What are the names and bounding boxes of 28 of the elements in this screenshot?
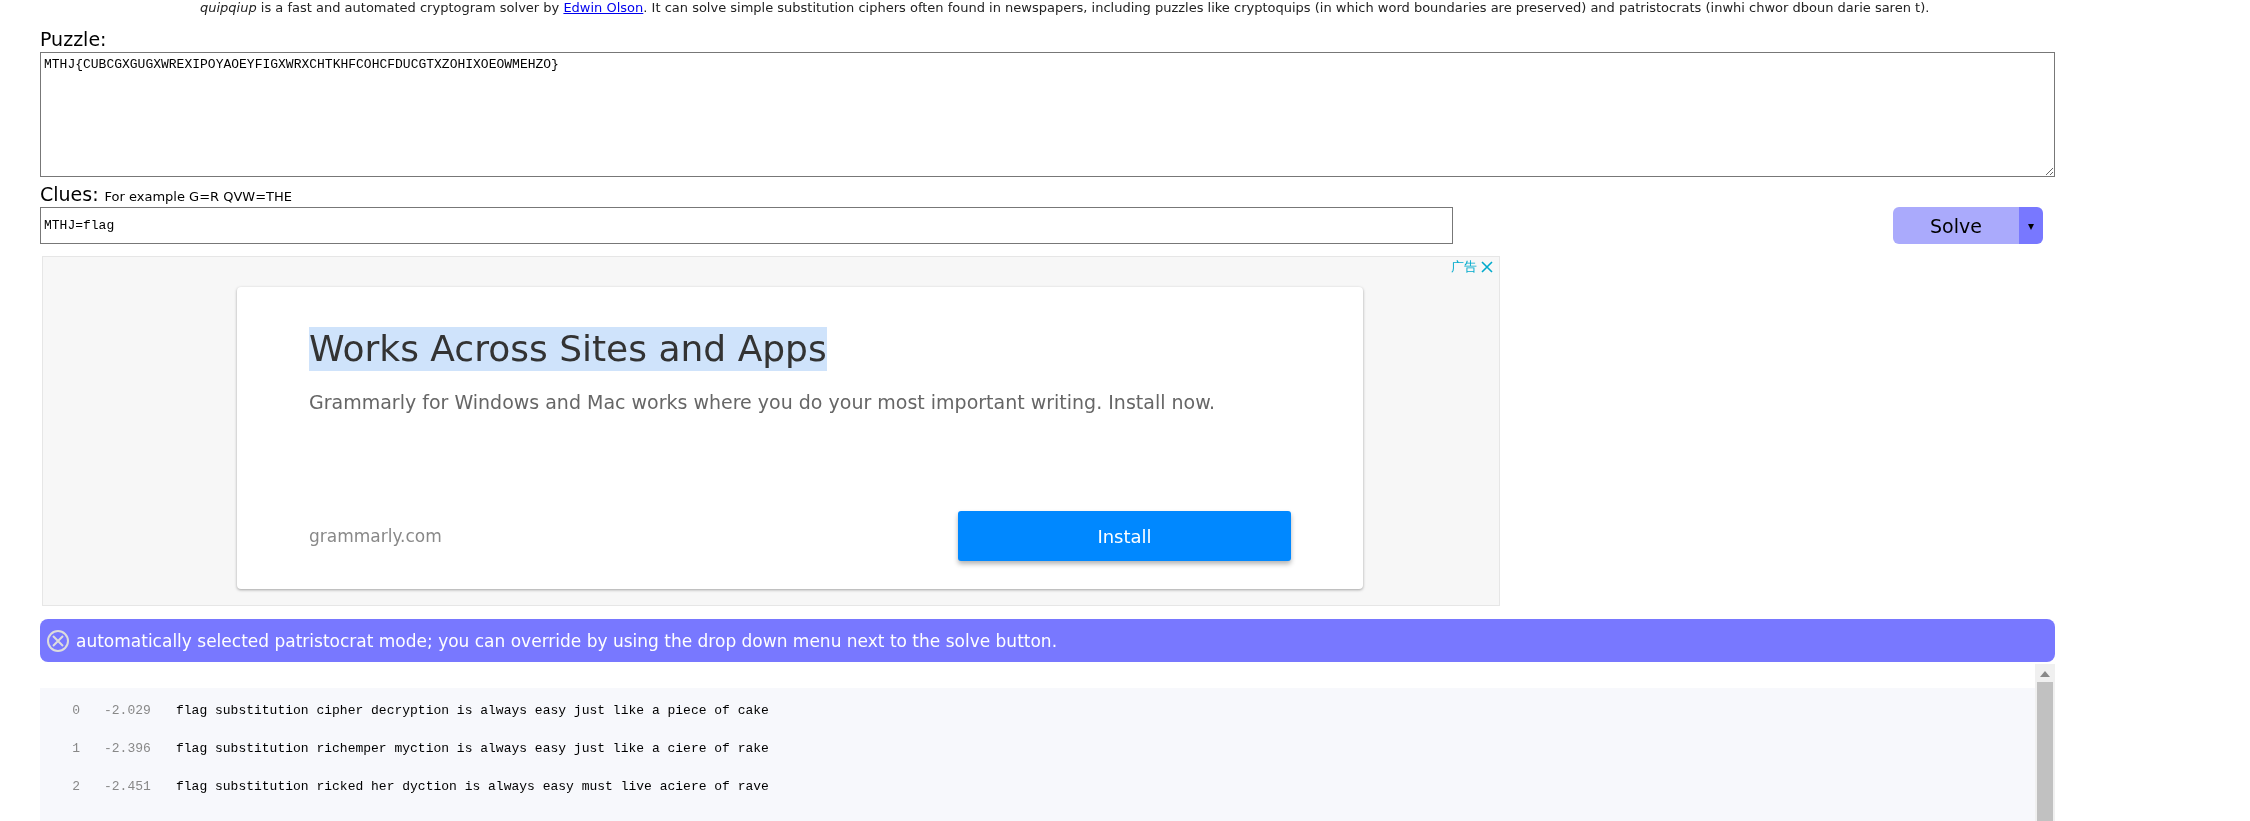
clues-field[interactable]: MTHJ=flag	[40, 207, 1453, 244]
status-message: automatically selected patristocrat mode; you can override by using the drop down menu next to the solve button.	[76, 630, 1058, 651]
scroll-up-icon[interactable]	[2040, 670, 2050, 678]
intro-text: quipqiup is a fast and automated cryptogram solver by Edwin Olson. It can solve simple substitution ciphers often found in newspapers, including puzzles like cryptoquips (in which word boundaries are preserved) and patristocrats (inwhi chwor dboun darie saren t).	[199, 0, 1931, 17]
result-index: 0	[71, 703, 81, 718]
result-score: -2.451	[104, 779, 152, 794]
puzzle-label: Puzzle:	[40, 28, 107, 50]
result-text[interactable]: flag substitution cipher decryption is always easy just like a piece of cake	[176, 703, 769, 718]
mode-dropdown-button[interactable]: ▾	[2019, 207, 2043, 244]
ad-domain: grammarly.com	[309, 526, 442, 546]
result-score: -2.396	[104, 741, 152, 756]
ad-body: Grammarly for Windows and Mac works where you do your most important writing. Install now.	[309, 391, 1216, 413]
scrollbar[interactable]	[2035, 664, 2055, 821]
result-text[interactable]: flag substitution richemper myction is always easy just like a ciere of rake	[176, 741, 769, 756]
puzzle-field[interactable]: MTHJ{CUBCGXGUGXWREXIPOYAOEYFIGXWRXCHTKHFCOHCFDUCGTXZOHIXOEOWMEHZO}	[40, 52, 2055, 177]
ad-headline: Works Across Sites and Apps	[309, 327, 827, 371]
result-text[interactable]: flag substitution ricked her dyction is always easy must live aciere of rave	[176, 779, 769, 794]
result-index: 1	[71, 741, 81, 756]
ad-label: 广告	[1451, 258, 1477, 276]
install-button[interactable]: Install	[958, 511, 1291, 561]
author-link[interactable]: Edwin Olson	[563, 0, 644, 15]
clues-label: Clues:	[40, 183, 99, 205]
result-score: -2.029	[104, 703, 152, 718]
clues-hint: For example G=R QVW=THE	[104, 189, 293, 204]
close-circle-icon[interactable]	[46, 628, 70, 653]
solve-button[interactable]: Solve	[1893, 207, 2019, 244]
close-icon[interactable]	[1481, 261, 1493, 273]
result-index: 2	[71, 779, 81, 794]
